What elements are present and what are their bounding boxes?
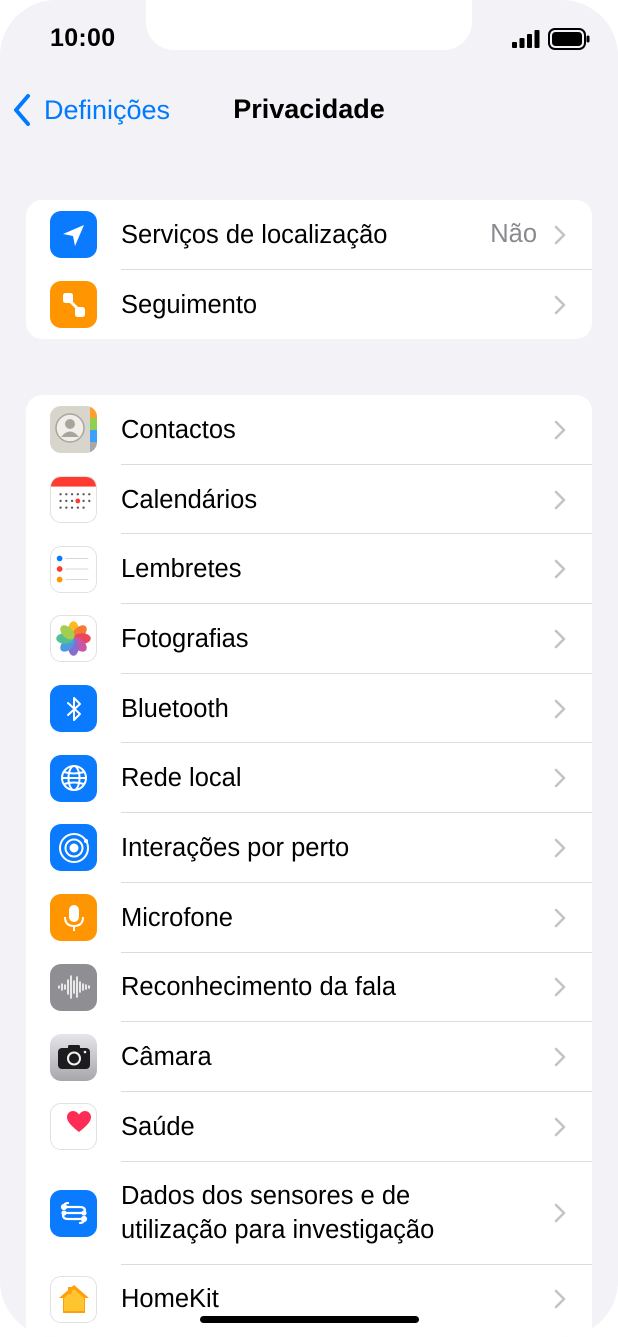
row-label: Interações por perto <box>121 833 350 862</box>
row-label: Seguimento <box>121 290 258 319</box>
row-label: HomeKit <box>121 1285 219 1314</box>
chevron-right-icon <box>554 1047 566 1067</box>
chevron-right-icon <box>554 838 566 858</box>
row-label: Serviços de localização <box>121 220 388 249</box>
home-icon <box>50 1275 97 1323</box>
settings-row-reminders[interactable]: Lembretes <box>26 534 592 605</box>
row-value: Não <box>490 220 537 249</box>
settings-row-bluetooth[interactable]: Bluetooth <box>26 674 592 744</box>
chevron-right-icon <box>554 978 566 997</box>
chevron-right-icon <box>554 699 566 718</box>
status-time: 10:00 <box>50 24 116 52</box>
row-label: Reconhecimento da fala <box>121 973 397 1002</box>
chevron-right-icon <box>554 559 566 579</box>
research-sensor-icon <box>50 1189 97 1237</box>
reminders-icon <box>50 545 97 593</box>
chevron-right-icon <box>554 1117 566 1137</box>
chevron-right-icon <box>554 629 566 649</box>
cellular-signal-icon <box>512 30 540 48</box>
settings-row-camera[interactable]: Câmara <box>26 1022 592 1092</box>
row-label: Fotografias <box>121 624 249 653</box>
settings-row-speech-recognition[interactable]: Reconhecimento da fala <box>26 953 592 1023</box>
chevron-right-icon <box>554 490 566 509</box>
chevron-right-icon <box>554 420 566 440</box>
chevron-right-icon <box>554 295 566 314</box>
chevron-right-icon <box>554 908 566 927</box>
screen: 10:00 Definições Privacidade Serviços de… <box>0 0 618 1337</box>
tracking-icon <box>50 281 97 329</box>
row-label: Saúde <box>121 1112 195 1141</box>
row-label: Microfone <box>121 903 233 932</box>
calendar-icon <box>50 476 97 524</box>
permissions-group: Contactos Calendários Lembretes Fotograf… <box>26 395 592 1337</box>
globe-icon <box>50 754 97 802</box>
health-heart-icon <box>50 1103 97 1151</box>
row-label: Rede local <box>121 764 242 793</box>
settings-row-microphone[interactable]: Microfone <box>26 883 592 953</box>
battery-icon <box>548 28 590 50</box>
photos-icon <box>50 615 97 663</box>
bluetooth-icon <box>50 685 97 733</box>
microphone-icon <box>50 894 97 942</box>
settings-row-tracking[interactable]: Seguimento <box>26 270 592 340</box>
settings-row-local-network[interactable]: Rede local <box>26 743 592 814</box>
chevron-right-icon <box>554 1290 566 1309</box>
notch <box>146 0 472 50</box>
contacts-icon <box>50 406 97 454</box>
home-indicator[interactable] <box>200 1316 419 1323</box>
chevron-right-icon <box>554 1203 566 1223</box>
location-arrow-icon <box>50 211 97 259</box>
row-label: Bluetooth <box>121 694 229 723</box>
speech-waveform-icon <box>50 963 97 1011</box>
row-label: Contactos <box>121 415 236 444</box>
settings-row-research-sensor-data[interactable]: Dados dos sensores e de utilização para … <box>26 1162 592 1265</box>
settings-row-health[interactable]: Saúde <box>26 1092 592 1162</box>
location-tracking-group: Serviços de localização Não Seguimento <box>26 200 592 340</box>
settings-row-photos[interactable]: Fotografias <box>26 604 592 674</box>
row-label: Calendários <box>121 485 258 514</box>
settings-row-calendars[interactable]: Calendários <box>26 465 592 535</box>
page-title: Privacidade <box>233 94 385 124</box>
settings-row-homekit[interactable]: HomeKit <box>26 1265 592 1335</box>
chevron-right-icon <box>554 768 566 788</box>
row-label: Dados dos sensores e de utilização para … <box>121 1182 435 1245</box>
chevron-right-icon <box>554 225 566 245</box>
settings-row-location-services[interactable]: Serviços de localização Não <box>26 200 592 270</box>
camera-icon <box>50 1033 97 1081</box>
settings-row-nearby-interactions[interactable]: Interações por perto <box>26 813 592 883</box>
row-label: Lembretes <box>121 555 242 584</box>
nearby-interactions-icon <box>50 824 97 872</box>
row-label: Câmara <box>121 1043 212 1072</box>
settings-row-contacts[interactable]: Contactos <box>26 395 592 465</box>
